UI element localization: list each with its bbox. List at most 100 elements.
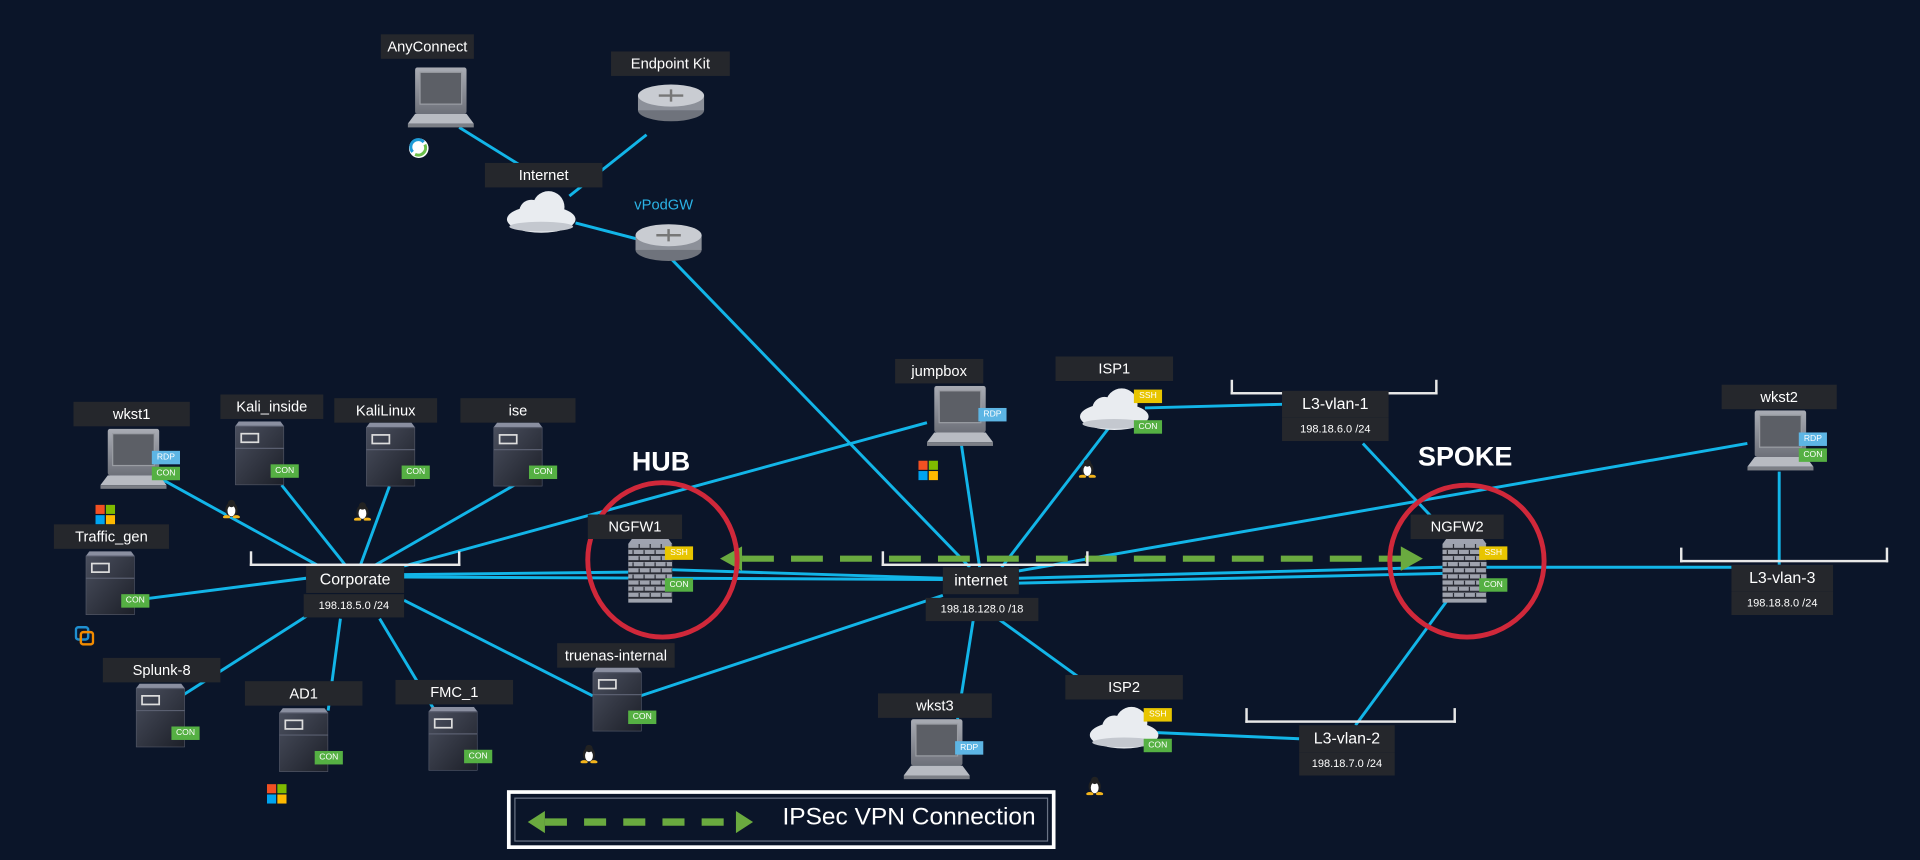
link-internet-isp2 xyxy=(997,617,1079,678)
link-internet-vpodgw xyxy=(575,221,638,241)
linux-icon xyxy=(580,744,598,770)
link-trafficgen-corporate xyxy=(133,576,307,602)
topology-canvas: HUB SPOKE vPodGW IPSec VPN Connection An… xyxy=(0,0,1920,860)
laptop-icon xyxy=(407,67,474,134)
legend-label: IPSec VPN Connection xyxy=(782,803,1036,831)
link-isp1-internet xyxy=(1000,427,1110,569)
con-console-button[interactable]: CON xyxy=(401,465,430,480)
ngfw2-node[interactable]: SSH CON xyxy=(1442,539,1508,609)
ssh-console-button[interactable]: SSH xyxy=(1143,708,1172,722)
con-console-button[interactable]: CON xyxy=(464,749,493,764)
laptop-icon xyxy=(926,385,994,452)
con-console-button[interactable]: CON xyxy=(270,464,299,478)
con-console-button[interactable]: CON xyxy=(1479,578,1508,592)
fmc1-label: FMC_1 xyxy=(395,679,514,705)
rdp-console-button[interactable]: RDP xyxy=(151,450,181,465)
con-console-button[interactable]: CON xyxy=(528,465,558,480)
con-console-button[interactable]: CON xyxy=(171,726,200,740)
linux-icon xyxy=(1086,775,1104,801)
link-internet-ngfw2-b xyxy=(1018,571,1445,585)
truenas-label: truenas-internal xyxy=(557,643,675,668)
anyconnect-node[interactable] xyxy=(407,67,474,134)
con-console-button[interactable]: CON xyxy=(1133,420,1163,434)
linux-icon xyxy=(1078,458,1096,484)
windows-icon xyxy=(918,460,938,487)
vlan3-subnet: 198.18.8.0 /24 xyxy=(1731,591,1834,616)
isp1-label: ISP1 xyxy=(1055,356,1174,382)
con-console-button[interactable]: CON xyxy=(1143,738,1172,753)
truenas-node[interactable]: CON xyxy=(592,667,657,738)
con-console-button[interactable]: CON xyxy=(151,466,181,481)
hub-zone-label: HUB xyxy=(631,445,691,477)
legend: IPSec VPN Connection xyxy=(506,790,1056,849)
link-internet-ngfw2 xyxy=(1018,565,1443,580)
ssh-console-button[interactable]: SSH xyxy=(1133,389,1163,404)
corporate-network-label[interactable]: Corporate xyxy=(306,565,405,593)
internet-subnet: 198.18.128.0 /18 xyxy=(925,597,1039,622)
link-vpodgw-internet xyxy=(666,253,971,569)
link-corporate-ngfw1 xyxy=(404,570,629,577)
kali_inside-label: Kali_inside xyxy=(220,394,324,419)
con-console-button[interactable]: CON xyxy=(664,578,694,592)
splunk8-node[interactable]: CON xyxy=(135,683,200,754)
corporate-subnet: 198.18.5.0 /24 xyxy=(303,594,405,618)
vlan1-subnet: 198.18.6.0 /24 xyxy=(1282,417,1389,442)
rdp-console-button[interactable]: RDP xyxy=(978,407,1007,422)
link-truenas-internet xyxy=(639,594,944,698)
ngfw2-label: NGFW2 xyxy=(1410,514,1504,540)
ise-node[interactable]: CON xyxy=(492,422,558,493)
anyconnect-icon xyxy=(408,137,430,165)
kalilinux-label: KaliLinux xyxy=(334,398,438,423)
kalilinux-node[interactable]: CON xyxy=(365,422,430,493)
fmc1-node[interactable]: CON xyxy=(427,706,493,777)
vlan2-network-label[interactable]: L3-vlan-2 xyxy=(1299,725,1395,753)
wkst3-node[interactable]: RDP xyxy=(903,719,984,786)
ad1-label: AD1 xyxy=(244,681,363,706)
windows-icon xyxy=(266,784,287,810)
ssh-console-button[interactable]: SSH xyxy=(1479,546,1508,560)
vlan2-subnet: 198.18.7.0 /24 xyxy=(1299,752,1395,776)
vlan2-segment-bracket xyxy=(1245,708,1456,723)
traffic_gen-node[interactable]: CON xyxy=(85,551,150,621)
con-console-button[interactable]: CON xyxy=(1798,448,1827,462)
isp1-node[interactable]: SSH CON xyxy=(1078,387,1163,437)
ssh-console-button[interactable]: SSH xyxy=(664,546,694,560)
rdp-console-button[interactable]: RDP xyxy=(1798,432,1827,446)
link-internet-wkst2 xyxy=(1018,442,1748,573)
isp2-node[interactable]: SSH CON xyxy=(1087,706,1172,756)
wkst1-node[interactable]: RDP CON xyxy=(100,428,181,496)
vlan1-network-label[interactable]: L3-vlan-1 xyxy=(1282,390,1389,418)
spoke-zone-label: SPOKE xyxy=(1417,441,1513,472)
router-icon xyxy=(634,224,703,267)
link-jumpbox-internet xyxy=(959,443,982,568)
jumpbox-label: jumpbox xyxy=(895,358,984,384)
internet-network-label[interactable]: internet xyxy=(942,567,1019,595)
ise-label: ise xyxy=(460,398,576,423)
ad1-node[interactable]: CON xyxy=(278,708,343,778)
con-console-button[interactable]: CON xyxy=(628,710,657,725)
splunk8-label: Splunk-8 xyxy=(102,657,221,683)
link-ngfw2-vlan2 xyxy=(1354,599,1449,727)
ngfw1-node[interactable]: SSH CON xyxy=(628,539,694,609)
vmware-icon xyxy=(74,626,95,652)
vpodgw-node[interactable] xyxy=(634,221,703,269)
wkst2-node[interactable]: RDP CON xyxy=(1747,410,1827,477)
con-console-button[interactable]: CON xyxy=(121,594,150,608)
endpointkit-node[interactable] xyxy=(637,81,706,129)
con-console-button[interactable]: CON xyxy=(314,750,343,765)
vlan3-segment-bracket xyxy=(1680,547,1889,563)
internet_top-label: Internet xyxy=(484,162,603,188)
vlan3-network-label[interactable]: L3-vlan-3 xyxy=(1731,564,1834,592)
linux-icon xyxy=(353,501,372,527)
corporate-segment-bracket xyxy=(249,551,461,566)
internet_top-node[interactable] xyxy=(504,190,577,240)
wkst2-label: wkst2 xyxy=(1721,384,1837,410)
kali_inside-node[interactable]: CON xyxy=(234,421,299,491)
rdp-console-button[interactable]: RDP xyxy=(955,741,984,755)
laptop-icon xyxy=(903,719,970,785)
ngfw1-label: NGFW1 xyxy=(587,514,683,540)
internet-segment-bracket xyxy=(881,551,1089,566)
jumpbox-node[interactable]: RDP xyxy=(926,385,1007,453)
endpointkit-label: Endpoint Kit xyxy=(611,51,730,76)
linux-icon xyxy=(222,499,241,525)
